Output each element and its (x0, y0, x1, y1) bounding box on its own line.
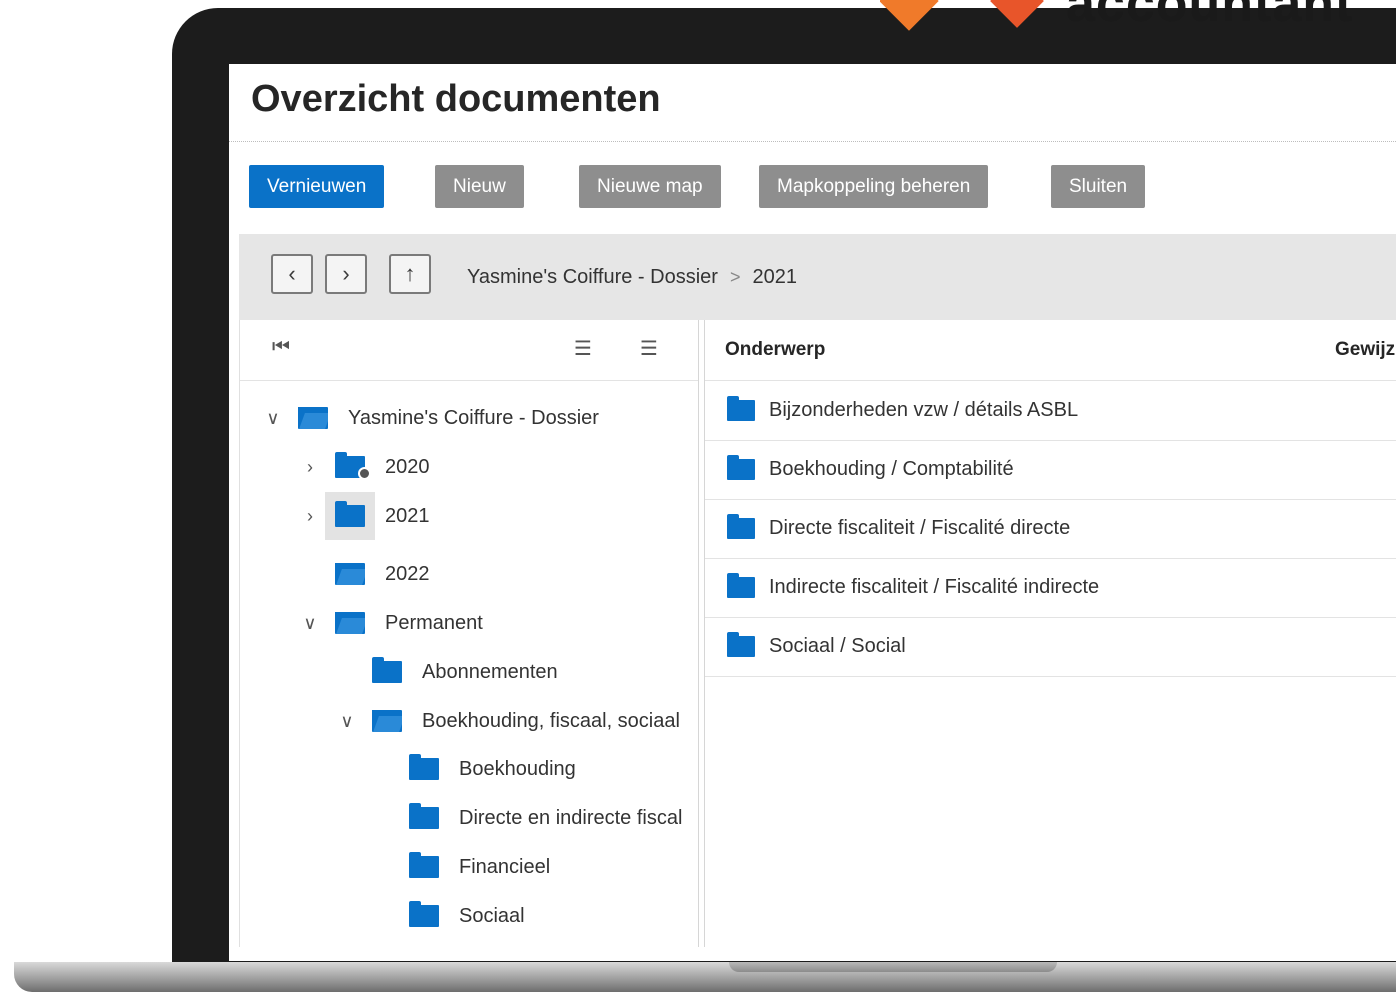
laptop-notch (729, 962, 1057, 972)
tree-item[interactable]: 2022 (295, 554, 430, 594)
folder-icon-wrap (362, 648, 412, 696)
chevron-down-icon[interactable]: ∨ (295, 613, 325, 634)
tree-item-label: Permanent (385, 611, 483, 634)
tree-item-label: Boekhouding, fiscaal, sociaal (422, 709, 680, 732)
list-header: Onderwerp Gewijz (705, 320, 1396, 381)
chevron-right-icon: › (342, 261, 350, 286)
folder-icon (727, 632, 755, 657)
list-item[interactable]: Sociaal / Social (705, 617, 1396, 677)
expand-all-icon[interactable]: ☰ (640, 336, 658, 361)
manage-folder-link-button[interactable]: Mapkoppeling beheren (759, 165, 989, 208)
tree-item[interactable]: ∨ Permanent (295, 603, 483, 643)
collapse-all-icon[interactable]: ☰ (574, 336, 592, 361)
folder-icon (727, 396, 755, 421)
tree-item-label: 2021 (385, 504, 430, 527)
document-list-panel: Onderwerp Gewijz Bijzonderheden vzw / dé… (704, 320, 1396, 947)
new-folder-button[interactable]: Nieuwe map (579, 165, 721, 208)
tree-item-label: Directe en indirecte fiscal (459, 806, 683, 829)
page-title: Overzicht documenten (251, 78, 661, 120)
breadcrumb-separator-icon: > (729, 267, 741, 287)
folder-icon-wrap (325, 599, 375, 647)
laptop-base (14, 962, 1396, 992)
tree-item[interactable]: Sociaal (369, 896, 525, 936)
chevron-right-icon[interactable]: › (295, 457, 325, 478)
folder-icon-wrap (325, 492, 375, 540)
folder-icon (409, 852, 439, 878)
tree-item-label: Financieel (459, 855, 551, 878)
folder-icon (372, 657, 402, 683)
folder-icon-wrap (399, 892, 449, 940)
tree-item-label: Sociaal (459, 904, 525, 927)
tree-item[interactable]: Financieel (369, 847, 550, 887)
folder-icon-wrap (399, 843, 449, 891)
list-item-label: Sociaal / Social (769, 635, 906, 657)
tree-item[interactable]: Boekhouding (369, 749, 576, 789)
folder-icon-wrap (325, 443, 375, 491)
tree-item-label: 2020 (385, 455, 430, 478)
tree-item-label: 2022 (385, 562, 430, 585)
column-header-subject[interactable]: Onderwerp (725, 339, 825, 361)
breadcrumb-item-current: 2021 (752, 266, 797, 288)
title-divider (229, 141, 1396, 142)
list-item[interactable]: Indirecte fiscaliteit / Fiscalité indire… (705, 558, 1396, 618)
list-item-label: Bijzonderheden vzw / détails ASBL (769, 399, 1079, 421)
tree-item[interactable]: ∨ Yasmine's Coiffure - Dossier (258, 398, 599, 438)
folder-icon-wrap (362, 697, 412, 745)
folder-tree-panel: ⏮ ☰ ☰ ∨ Yasmine's Coiffure - Dossier › 2020… (239, 320, 699, 947)
folder-icon-wrap (288, 394, 338, 442)
new-button[interactable]: Nieuw (435, 165, 524, 208)
up-button[interactable]: ↑ (389, 254, 431, 294)
folder-open-icon (335, 563, 365, 585)
brand-logo: accountant (880, 0, 1396, 36)
folder-icon-wrap (399, 794, 449, 842)
folder-icon (727, 455, 755, 480)
list-item[interactable]: Directe fiscaliteit / Fiscalité directe (705, 499, 1396, 559)
list-item[interactable]: Boekhouding / Comptabilité (705, 440, 1396, 500)
tree-item[interactable]: › 2020 (295, 447, 430, 487)
breadcrumb: Yasmine's Coiffure - Dossier >2021 (467, 266, 797, 289)
logo-diamond-orange (880, 0, 939, 31)
breadcrumb-item-dossier[interactable]: Yasmine's Coiffure - Dossier (467, 266, 718, 288)
list-item-label: Directe fiscaliteit / Fiscalité directe (769, 517, 1071, 539)
back-button[interactable]: ‹ (271, 254, 313, 294)
collapse-panel-icon[interactable]: ⏮ (272, 336, 290, 359)
list-item-label: Boekhouding / Comptabilité (769, 458, 1014, 480)
logo-diamond-red (990, 0, 1044, 28)
chevron-left-icon: ‹ (288, 261, 296, 286)
tree-item[interactable]: Directe en indirecte fiscal (369, 798, 682, 838)
shared-folder-icon (335, 452, 371, 480)
folder-icon-wrap (399, 745, 449, 793)
chevron-down-icon[interactable]: ∨ (258, 408, 288, 429)
folder-icon (335, 501, 365, 527)
close-button[interactable]: Sluiten (1051, 165, 1146, 208)
folder-icon (727, 573, 755, 598)
tree-toolbar: ⏮ ☰ ☰ (240, 320, 698, 381)
folder-icon (409, 803, 439, 829)
tree-item[interactable]: Abonnementen (332, 652, 558, 692)
tree-item-label: Boekhouding (459, 757, 576, 780)
refresh-button[interactable]: Vernieuwen (249, 165, 385, 208)
arrow-up-icon: ↑ (404, 261, 416, 286)
folder-icon (409, 901, 439, 927)
folder-icon (727, 514, 755, 539)
list-item[interactable]: Bijzonderheden vzw / détails ASBL (705, 381, 1396, 441)
logo-word: accountant (1066, 0, 1354, 33)
forward-button[interactable]: › (325, 254, 367, 294)
folder-open-icon (298, 407, 328, 429)
tree-item-label: Abonnementen (422, 660, 558, 683)
chevron-right-icon[interactable]: › (295, 506, 325, 527)
list-item-label: Indirecte fiscaliteit / Fiscalité indire… (769, 576, 1100, 598)
column-header-modified[interactable]: Gewijz (1335, 339, 1395, 361)
folder-icon (409, 754, 439, 780)
tree-item-label: Yasmine's Coiffure - Dossier (348, 406, 599, 429)
tree-item[interactable]: › 2021 (295, 492, 430, 540)
folder-open-icon (372, 710, 402, 732)
app-screen: Overzicht documenten Vernieuwen Nieuw Ni… (229, 64, 1396, 961)
folder-icon-wrap (325, 550, 375, 598)
folder-open-icon (335, 612, 365, 634)
tree-item[interactable]: ∨ Boekhouding, fiscaal, sociaal (332, 701, 680, 741)
navigation-bar: ‹ › ↑ Yasmine's Coiffure - Dossier >2021 (239, 234, 1396, 320)
chevron-down-icon[interactable]: ∨ (332, 711, 362, 732)
